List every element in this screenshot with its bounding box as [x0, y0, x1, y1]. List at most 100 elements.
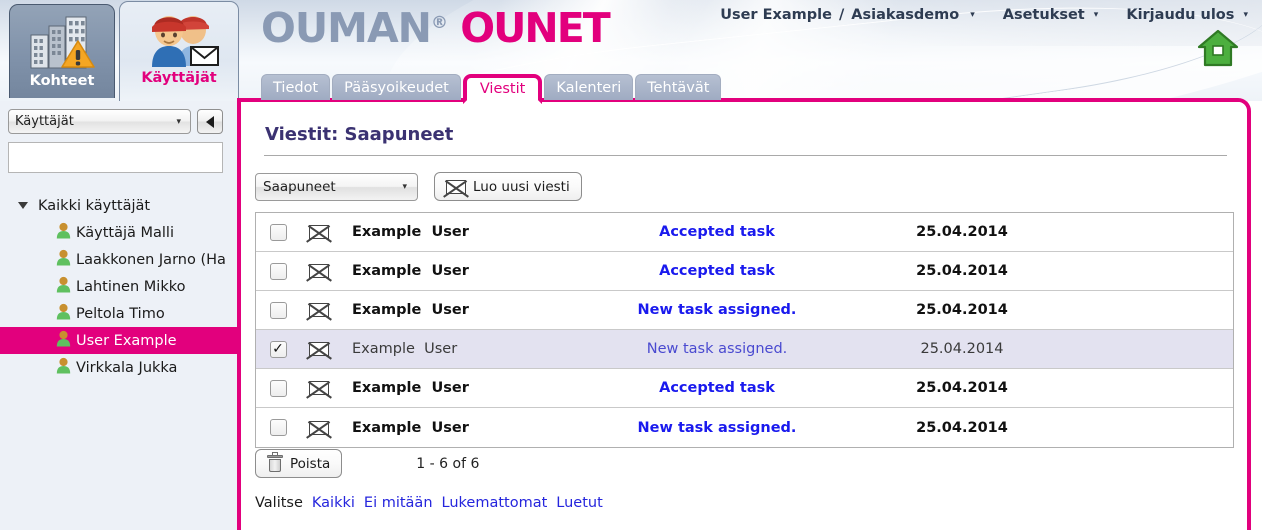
sidebar-search-input[interactable]	[8, 142, 223, 173]
row-status-cell	[300, 225, 338, 239]
select-none-link[interactable]: Ei mitään	[364, 495, 433, 511]
tab-tiedot[interactable]: Tiedot	[261, 74, 331, 100]
row-status-cell	[300, 342, 338, 356]
table-row[interactable]: Example User New task assigned. 25.04.20…	[256, 291, 1233, 330]
tree-item-user-2[interactable]: Lahtinen Mikko	[0, 273, 237, 300]
nav-logout[interactable]: Kirjaudu ulos ▾	[1126, 7, 1248, 23]
sender-first: Example	[352, 263, 422, 279]
tab-paasyoikeudet-label: Pääsyoikeudet	[344, 79, 449, 96]
row-subject[interactable]: Accepted task	[572, 380, 862, 396]
logo-registered-mark: ®	[431, 13, 448, 33]
row-checkbox[interactable]	[269, 262, 287, 280]
row-checkbox[interactable]	[269, 419, 287, 436]
row-checkbox-cell[interactable]	[256, 379, 300, 397]
select-all-link[interactable]: Kaikki	[312, 495, 355, 511]
envelope-icon	[309, 420, 329, 435]
tab-viestit[interactable]: Viestit	[462, 74, 543, 104]
select-label: Valitse	[255, 495, 303, 511]
envelope-icon	[309, 303, 329, 317]
row-subject[interactable]: New task assigned.	[572, 420, 862, 436]
row-checkbox-cell[interactable]	[256, 419, 300, 436]
delete-button[interactable]: Poista	[255, 449, 343, 478]
row-checkbox-cell[interactable]	[256, 301, 300, 319]
sender-last: User	[431, 224, 469, 240]
row-status-cell	[300, 381, 338, 395]
users-mail-icon	[133, 8, 225, 68]
tab-viestit-label: Viestit	[479, 81, 526, 97]
app-tab-kayttajat[interactable]: Käyttäjät	[119, 1, 239, 101]
row-sender: Example User	[338, 380, 572, 396]
tree-item-user-5[interactable]: Virkkala Jukka	[0, 354, 237, 381]
row-date: 25.04.2014	[916, 302, 1008, 318]
nav-logout-label: Kirjaudu ulos	[1126, 7, 1235, 23]
row-date: 25.04.2014	[916, 419, 1008, 436]
nav-settings[interactable]: Asetukset ▾	[1003, 7, 1099, 23]
row-subject[interactable]: Accepted task	[572, 263, 862, 279]
sender-first: Example	[352, 302, 422, 318]
row-date: 25.04.2014	[916, 380, 1008, 396]
sidebar-collapse-button[interactable]	[197, 109, 223, 134]
select-read-link[interactable]: Luetut	[556, 495, 603, 511]
row-checkbox[interactable]	[269, 301, 287, 319]
sender-last: User	[424, 341, 458, 357]
row-checkbox-cell[interactable]	[256, 340, 300, 358]
tree-item-user-0[interactable]: Käyttäjä Malli	[0, 219, 237, 246]
table-row[interactable]: Example User Accepted task 25.04.2014	[256, 369, 1233, 408]
row-status-cell	[300, 264, 338, 278]
row-sender: Example User	[338, 224, 572, 240]
folder-select[interactable]: Saapuneet ▾	[255, 172, 418, 201]
tree-item-label: Käyttäjä Malli	[76, 224, 174, 241]
sidebar-scope-select[interactable]: Käyttäjät ▾	[8, 109, 191, 134]
row-date: 25.04.2014	[916, 224, 1008, 240]
app-tab-kohteet-label: Kohteet	[29, 73, 95, 89]
tab-tehtavat[interactable]: Tehtävät	[635, 74, 722, 100]
sender-last: User	[431, 380, 469, 396]
tree-root-all-users[interactable]: Kaikki käyttäjät	[0, 192, 237, 219]
table-row[interactable]: Example User Accepted task 25.04.2014	[256, 252, 1233, 291]
row-date: 25.04.2014	[916, 263, 1008, 279]
table-row[interactable]: Example User Accepted task 25.04.2014	[256, 213, 1233, 252]
row-subject[interactable]: New task assigned.	[572, 302, 862, 318]
envelope-icon	[309, 225, 329, 239]
home-icon[interactable]	[1196, 28, 1240, 68]
tab-tiedot-label: Tiedot	[273, 79, 319, 96]
nav-user-label: User Example	[720, 7, 832, 23]
app-tab-kohteet[interactable]: Kohteet	[9, 4, 115, 98]
app-tab-kayttajat-label: Käyttäjät	[141, 70, 217, 86]
sender-first: Example	[352, 419, 422, 436]
new-message-button[interactable]: Luo uusi viesti	[434, 172, 582, 201]
row-checkbox-cell[interactable]	[256, 223, 300, 241]
user-tree: Kaikki käyttäjät Käyttäjä Malli Laakkone…	[0, 192, 237, 381]
tree-item-user-4[interactable]: User Example	[0, 327, 237, 354]
row-subject[interactable]: New task assigned.	[572, 341, 862, 357]
tab-kalenteri[interactable]: Kalenteri	[544, 74, 634, 100]
nav-settings-label: Asetukset	[1002, 7, 1085, 23]
row-status-cell	[300, 420, 338, 435]
table-row[interactable]: Example User New task assigned. 25.04.20…	[256, 330, 1233, 369]
tree-item-label: Lahtinen Mikko	[76, 278, 186, 295]
envelope-icon	[309, 264, 329, 278]
nav-user-customer[interactable]: User Example / Asiakasdemo ▾	[720, 7, 975, 23]
tree-item-user-3[interactable]: Peltola Timo	[0, 300, 237, 327]
table-row[interactable]: Example User New task assigned. 25.04.20…	[256, 408, 1233, 447]
application-window: OUMAN® OUNET User Example / Asiakasdemo …	[0, 0, 1262, 530]
tree-item-user-1[interactable]: Laakkonen Jarno (Ha	[0, 246, 237, 273]
messages-footer: Poista 1 - 6 of 6	[255, 449, 479, 478]
select-unread-link[interactable]: Lukemattomat	[442, 495, 548, 511]
row-checkbox[interactable]	[269, 379, 287, 397]
row-checkbox[interactable]	[269, 223, 287, 241]
tab-paasyoikeudet[interactable]: Pääsyoikeudet	[332, 74, 461, 100]
selection-links: Valitse Kaikki Ei mitään Lukemattomat Lu…	[255, 495, 603, 511]
new-message-label: Luo uusi viesti	[473, 178, 570, 195]
brand-logo: OUMAN® OUNET	[261, 4, 611, 52]
sidebar-scope-value: Käyttäjät	[15, 114, 74, 129]
envelope-icon	[446, 179, 466, 194]
chevron-down-icon: ▾	[402, 181, 407, 192]
row-checkbox[interactable]	[269, 340, 287, 358]
row-checkbox-cell[interactable]	[256, 262, 300, 280]
sender-first: Example	[352, 341, 415, 357]
tree-expand-icon[interactable]	[18, 202, 28, 209]
row-sender: Example User	[338, 420, 572, 436]
chevron-down-icon: ▾	[1243, 10, 1248, 20]
row-subject[interactable]: Accepted task	[572, 224, 862, 240]
